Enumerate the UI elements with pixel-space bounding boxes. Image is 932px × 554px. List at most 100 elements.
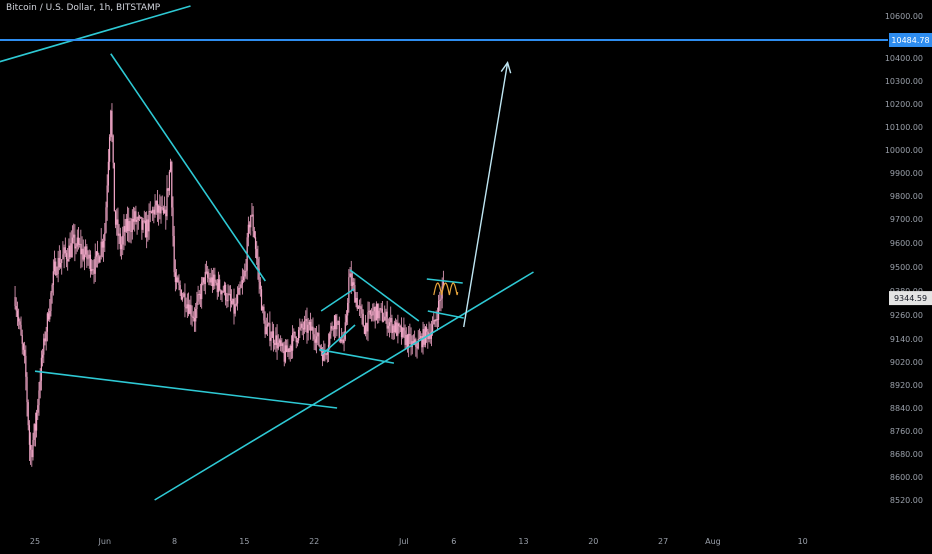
y-tick-label: 9140.00 — [890, 335, 923, 344]
y-tick-label: 9500.00 — [890, 263, 923, 272]
candle-body — [359, 306, 361, 308]
y-tick-label: 8760.00 — [890, 427, 923, 436]
x-tick-label: 20 — [588, 537, 598, 546]
candle-body — [120, 244, 123, 250]
candle-body — [94, 256, 96, 274]
candle-body — [388, 322, 391, 326]
candle-body — [381, 308, 383, 322]
candle-body — [337, 321, 339, 323]
candle-body — [67, 259, 69, 262]
y-tick-label: 9700.00 — [890, 215, 923, 224]
candle-body — [191, 315, 193, 317]
candle-body — [263, 306, 265, 321]
x-tick-label: Jul — [398, 537, 409, 546]
candle-body — [282, 343, 284, 352]
candle-body — [369, 310, 371, 315]
candle-body — [128, 221, 130, 232]
candle-body — [106, 185, 108, 208]
y-tick-label: 10000.00 — [885, 146, 923, 155]
candle-body — [414, 339, 416, 343]
candle-body — [171, 161, 173, 208]
candle-body — [57, 257, 59, 274]
candle-body — [186, 304, 188, 309]
candle-body — [104, 232, 106, 241]
candle-body — [211, 277, 214, 287]
candle-body — [260, 289, 263, 311]
candle-body — [362, 313, 364, 327]
candle-body — [318, 332, 320, 346]
candle-body — [126, 218, 129, 232]
candle-body — [391, 318, 393, 334]
candle-body — [296, 340, 299, 343]
candle-body — [77, 237, 80, 245]
candle-body — [123, 226, 125, 236]
candle-body — [183, 293, 185, 297]
candle-body — [342, 339, 344, 343]
candle-body — [353, 282, 355, 286]
x-tick-label: 15 — [239, 537, 249, 546]
candle-body — [190, 304, 192, 316]
candle-body — [64, 247, 66, 254]
candle-body — [370, 314, 373, 316]
candle-body — [329, 333, 331, 345]
candle-body — [349, 273, 351, 278]
candle-body — [91, 269, 93, 272]
candle-body — [160, 207, 162, 214]
candle-body — [347, 302, 349, 316]
chart-root[interactable]: 10600.00 10400.00 10300.00 10200.00 10100.00… — [0, 0, 932, 550]
candle-body — [385, 311, 387, 317]
y-tick-label: 8600.00 — [890, 473, 923, 482]
candle-body — [225, 284, 227, 301]
candle-body — [268, 323, 270, 325]
candle-body — [440, 298, 442, 300]
candle-body — [380, 308, 382, 310]
candle-body — [305, 319, 307, 321]
candle-body — [100, 241, 102, 257]
candle-body — [164, 209, 166, 214]
candle-body — [248, 224, 251, 228]
candle-body — [228, 293, 230, 295]
candle-body — [236, 294, 239, 304]
candle-body — [253, 231, 255, 238]
candle-body — [130, 231, 132, 233]
candle-body — [205, 271, 208, 273]
candle-body — [269, 323, 271, 341]
candle-body — [314, 339, 316, 343]
y-tick-label: 10300.00 — [885, 77, 923, 86]
candle-body — [117, 219, 119, 236]
candle-body — [87, 258, 89, 260]
candle-body — [185, 306, 187, 309]
x-tick-label: 25 — [30, 537, 40, 546]
candle-body — [32, 439, 34, 458]
candle-body — [251, 214, 253, 216]
candle-body — [390, 318, 392, 323]
candle-body — [124, 226, 126, 232]
price-chart[interactable]: 10600.00 10400.00 10300.00 10200.00 10100.00… — [0, 0, 932, 550]
candle-body — [135, 211, 137, 222]
candle-body — [125, 218, 127, 232]
candle-body — [286, 345, 288, 353]
candle-body — [134, 211, 136, 222]
candle-body — [159, 205, 161, 214]
candle-body — [356, 297, 358, 309]
candle-body — [432, 324, 434, 332]
candle-body — [47, 313, 50, 320]
candle-body — [118, 233, 120, 236]
candle-body — [177, 277, 179, 283]
candle-body — [311, 326, 313, 331]
candle-body — [122, 235, 124, 245]
candle-body — [416, 346, 418, 349]
candle-body — [132, 218, 135, 222]
candle-body — [25, 355, 27, 377]
candle-body — [88, 254, 90, 259]
candle-body — [216, 283, 218, 293]
candle-body — [361, 309, 363, 314]
candle-body — [152, 209, 154, 213]
candle-body — [217, 279, 220, 293]
candle-body — [382, 320, 385, 322]
candle-body — [295, 336, 297, 343]
y-tick-label: 10400.00 — [885, 54, 923, 63]
candle-body — [341, 339, 343, 342]
candle-body — [426, 327, 428, 332]
candle-body — [144, 220, 147, 238]
